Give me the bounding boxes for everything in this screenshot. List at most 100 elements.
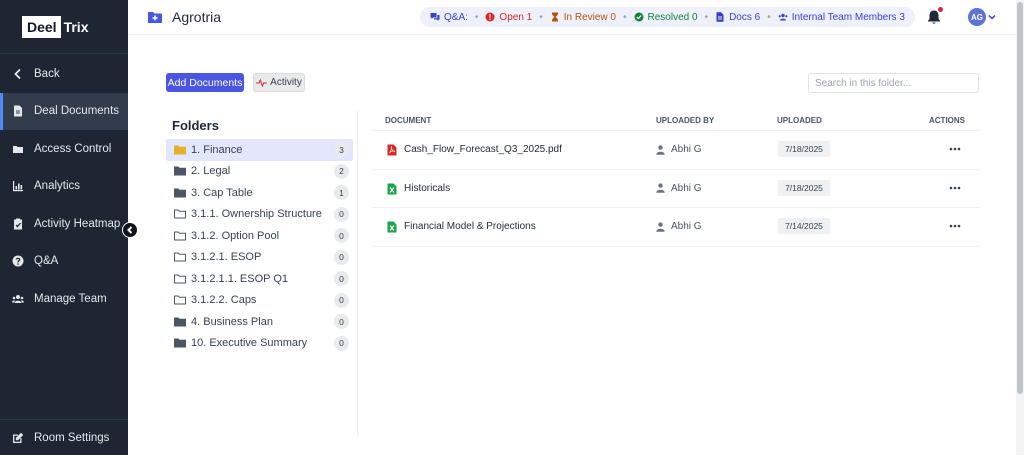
folder-search-input[interactable] — [808, 73, 979, 93]
sidebar-item-label: Q&A — [34, 255, 59, 268]
users-icon — [12, 293, 24, 305]
folder-name: 3. Cap Table — [191, 186, 253, 199]
folder-item[interactable]: 3.1.2.1.1. ESOP Q1 0 — [166, 268, 353, 290]
sidebar-item-deal-documents[interactable]: Deal Documents — [0, 92, 128, 130]
sidebar: Deel Trix Back Deal Documents Access Con… — [0, 0, 128, 455]
sidebar-item-activity-heatmap[interactable]: Activity Heatmap — [0, 205, 128, 243]
more-actions-button[interactable] — [948, 219, 962, 233]
folder-plus-icon — [148, 12, 162, 23]
documents-table: DOCUMENT UPLOADED BY UPLOADED ACTIONS Ca… — [372, 110, 980, 247]
folder-outline-icon — [174, 274, 186, 284]
collapse-sidebar-button[interactable] — [122, 222, 138, 238]
chart-icon — [12, 180, 24, 192]
sidebar-item-label: Deal Documents — [34, 105, 120, 118]
back-label: Back — [34, 67, 60, 80]
sidebar-item-access-control[interactable]: Access Control — [0, 130, 128, 168]
folder-item[interactable]: 3.1.2. Option Pool 0 — [166, 225, 353, 247]
ellipsis-icon — [949, 186, 961, 189]
brand-logo-part2: Trix — [63, 18, 89, 35]
folder-name: 3.1.1. Ownership Structure — [191, 208, 322, 221]
docs-count: Docs 6 — [729, 11, 761, 23]
ellipsis-icon — [949, 147, 961, 151]
logo-area: Deel Trix — [0, 0, 128, 54]
more-actions-button[interactable] — [948, 142, 962, 156]
user-icon — [656, 221, 665, 232]
avatar[interactable]: AG — [968, 8, 986, 26]
users-icon — [778, 12, 788, 22]
stat-separator: • — [704, 11, 709, 23]
hourglass-icon — [550, 12, 560, 22]
document-name[interactable]: Cash_Flow_Forecast_Q3_2025.pdf — [404, 144, 562, 155]
user-icon — [656, 144, 665, 155]
stat-separator: • — [474, 11, 479, 23]
document-name[interactable]: Financial Model & Projections — [404, 221, 536, 232]
upload-date-badge: 7/18/2025 — [778, 179, 830, 196]
key-icon — [12, 143, 24, 155]
clipboard-icon — [12, 218, 24, 230]
sidebar-item-label: Analytics — [34, 180, 81, 193]
folder-item[interactable]: 2. Legal 2 — [166, 161, 353, 183]
question-icon — [12, 255, 24, 267]
docs-stat[interactable]: Docs 6 — [715, 12, 760, 23]
folder-item[interactable]: 10. Executive Summary 0 — [166, 333, 353, 355]
column-header-uploaded-by[interactable]: UPLOADED BY — [656, 116, 714, 125]
folder-item[interactable]: 4. Business Plan 0 — [166, 311, 353, 333]
column-header-document[interactable]: DOCUMENT — [385, 116, 431, 125]
sidebar-item-manage-team[interactable]: Manage Team — [0, 280, 128, 318]
sidebar-nav: Back Deal Documents Access Control Analy… — [0, 55, 128, 318]
brand-logo[interactable]: Deel Trix — [22, 15, 89, 38]
room-title: Agrotria — [172, 9, 222, 25]
brand-logo-part1: Deel — [22, 15, 61, 38]
activity-label: Activity — [270, 77, 302, 88]
uploader-name: Abhi G — [671, 144, 702, 155]
room-settings-label: Room Settings — [34, 431, 110, 444]
resolved-stat[interactable]: Resolved 0 — [634, 12, 698, 23]
sidebar-item-label: Activity Heatmap — [34, 217, 121, 230]
table-row[interactable]: Financial Model & Projections Abhi G 7/1… — [372, 208, 980, 247]
folder-count-badge: 1 — [334, 185, 349, 200]
folder-name: 4. Business Plan — [191, 315, 273, 328]
folder-count-badge: 0 — [334, 206, 349, 222]
room-stats-bar: Q&A: • Open 1 • In Review 0 • Resolved 0… — [420, 7, 915, 27]
back-button[interactable]: Back — [0, 55, 128, 93]
document-icon — [715, 12, 725, 22]
column-header-uploaded[interactable]: UPLOADED — [777, 116, 822, 125]
folder-name: 3.1.2. Option Pool — [191, 229, 280, 242]
document-icon — [12, 105, 24, 117]
folder-item[interactable]: 3.1.2.2. Caps 0 — [166, 290, 353, 312]
folder-name: 1. Finance — [191, 143, 243, 156]
sidebar-item-label: Access Control — [34, 142, 112, 155]
in-review-stat[interactable]: In Review 0 — [550, 12, 616, 23]
folder-count-badge: 0 — [334, 292, 349, 308]
add-documents-button[interactable]: Add Documents — [166, 73, 244, 92]
folder-item[interactable]: 3.1.2.1. ESOP 0 — [166, 247, 353, 269]
document-name[interactable]: Historicals — [404, 183, 450, 194]
qa-stat[interactable]: Q&A: — [430, 12, 468, 23]
scrollbar-thumb[interactable] — [1017, 2, 1023, 394]
folder-icon — [174, 338, 186, 348]
open-stat[interactable]: Open 1 — [485, 12, 532, 23]
table-header: DOCUMENT UPLOADED BY UPLOADED ACTIONS — [372, 110, 980, 131]
room-settings-button[interactable]: Room Settings — [0, 419, 128, 455]
activity-button[interactable]: Activity — [253, 73, 305, 92]
folder-icon — [174, 317, 186, 327]
upload-date-badge: 7/18/2025 — [778, 141, 830, 157]
folder-outline-icon — [174, 295, 186, 305]
chevron-down-icon[interactable] — [988, 13, 996, 21]
sidebar-item-analytics[interactable]: Analytics — [0, 168, 128, 206]
table-row[interactable]: Cash_Flow_Forecast_Q3_2025.pdf Abhi G 7/… — [372, 131, 980, 170]
sidebar-item-qa[interactable]: Q&A — [0, 243, 128, 281]
page-scrollbar[interactable] — [1016, 0, 1024, 455]
folder-name: 3.1.2.2. Caps — [191, 294, 257, 307]
folder-item[interactable]: 3. Cap Table 1 — [166, 182, 353, 204]
chevron-left-icon — [12, 68, 24, 80]
table-row[interactable]: Historicals Abhi G 7/18/2025 — [372, 170, 980, 208]
folders-title: Folders — [172, 118, 219, 133]
stat-separator: • — [623, 11, 627, 23]
team-stat[interactable]: Internal Team Members 3 — [778, 12, 905, 23]
chevron-left-icon — [127, 226, 133, 234]
folder-item[interactable]: 1. Finance 3 — [166, 139, 353, 161]
uploader: Abhi G — [656, 221, 702, 232]
more-actions-button[interactable] — [948, 181, 962, 195]
folder-item[interactable]: 3.1.1. Ownership Structure 0 — [166, 204, 353, 226]
